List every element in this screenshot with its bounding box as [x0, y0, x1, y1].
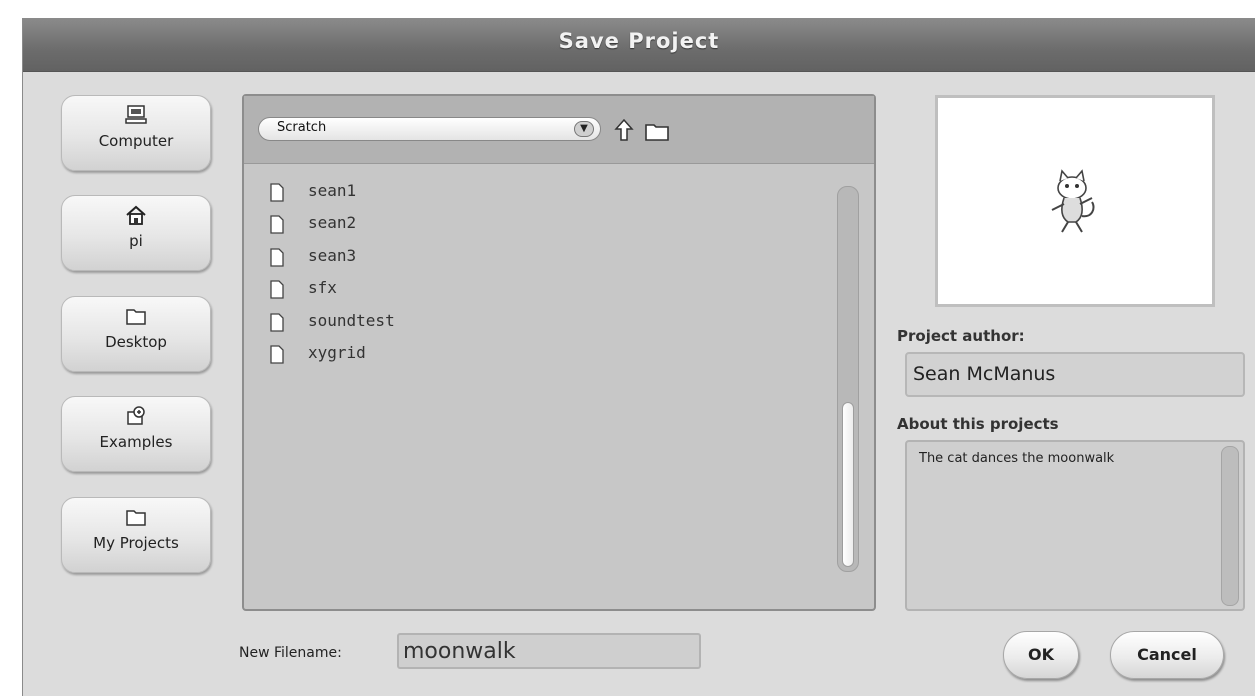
file-icon	[270, 312, 284, 332]
location-pi-button[interactable]: pi	[61, 195, 211, 271]
folder-icon	[126, 510, 146, 526]
file-list: sean1 sean2 sean3 sfx soundtest xygrid	[270, 178, 830, 372]
file-icon	[270, 248, 284, 267]
examples-icon	[127, 406, 145, 425]
about-project-field[interactable]: The cat dances the moonwalk	[905, 440, 1245, 611]
location-label: My Projects	[93, 534, 179, 552]
title-bar[interactable]: Save Project	[23, 19, 1255, 72]
file-browser-panel: Scratch ▼ sean1 sean2 sean3 sfx soundtes…	[242, 94, 876, 611]
cancel-button[interactable]: Cancel	[1110, 631, 1224, 679]
scrollbar-thumb[interactable]	[842, 402, 854, 567]
browser-toolbar: Scratch ▼	[244, 96, 874, 164]
file-name: sean1	[308, 181, 357, 200]
about-project-label: About this projects	[897, 415, 1059, 433]
about-scrollbar[interactable]	[1221, 446, 1239, 606]
scratch-cat-image	[1051, 169, 1095, 233]
location-examples-button[interactable]: Examples	[61, 396, 211, 472]
file-item[interactable]: sean3	[270, 243, 830, 275]
location-my-projects-button[interactable]: My Projects	[61, 497, 211, 573]
project-author-value: Sean McManus	[913, 363, 1056, 385]
file-icon	[270, 280, 284, 299]
location-label: Computer	[98, 132, 174, 150]
chevron-down-icon[interactable]: ▼	[574, 121, 594, 137]
location-computer-button[interactable]: Computer	[61, 95, 211, 171]
computer-icon	[125, 105, 147, 124]
file-list-scrollbar[interactable]	[837, 186, 859, 572]
project-author-label: Project author:	[897, 327, 1025, 345]
location-desktop-button[interactable]: Desktop	[61, 296, 211, 372]
file-name: sean2	[308, 213, 357, 233]
file-icon	[270, 345, 284, 364]
folder-dropdown-value: Scratch	[277, 120, 327, 135]
filename-label: New Filename:	[239, 645, 342, 661]
folder-icon	[126, 309, 146, 325]
file-item[interactable]: xygrid	[270, 340, 830, 372]
file-name: sean3	[308, 245, 357, 265]
location-label: pi	[129, 232, 143, 250]
save-project-dialog: Save Project Computer pi Desktop Example…	[22, 18, 1255, 696]
file-icon	[270, 215, 284, 235]
file-name: xygrid	[308, 342, 366, 362]
new-folder-icon[interactable]	[643, 120, 671, 142]
file-name: sfx	[308, 278, 337, 298]
folder-dropdown[interactable]: Scratch ▼	[258, 117, 601, 141]
home-icon	[126, 205, 146, 225]
file-item[interactable]: soundtest	[270, 308, 830, 340]
up-arrow-icon[interactable]	[613, 117, 635, 143]
dialog-title: Save Project	[558, 29, 720, 53]
location-label: Desktop	[105, 333, 167, 351]
project-author-field[interactable]: Sean McManus	[905, 352, 1245, 397]
file-name: soundtest	[308, 310, 395, 330]
file-item[interactable]: sean2	[270, 210, 830, 242]
file-item[interactable]: sean1	[270, 178, 830, 210]
file-icon	[270, 183, 284, 202]
file-item[interactable]: sfx	[270, 275, 830, 307]
about-project-value: The cat dances the moonwalk	[919, 451, 1115, 466]
ok-button[interactable]: OK	[1003, 631, 1079, 679]
filename-input[interactable]	[397, 633, 701, 669]
location-label: Examples	[99, 433, 173, 451]
project-thumbnail	[935, 95, 1215, 307]
